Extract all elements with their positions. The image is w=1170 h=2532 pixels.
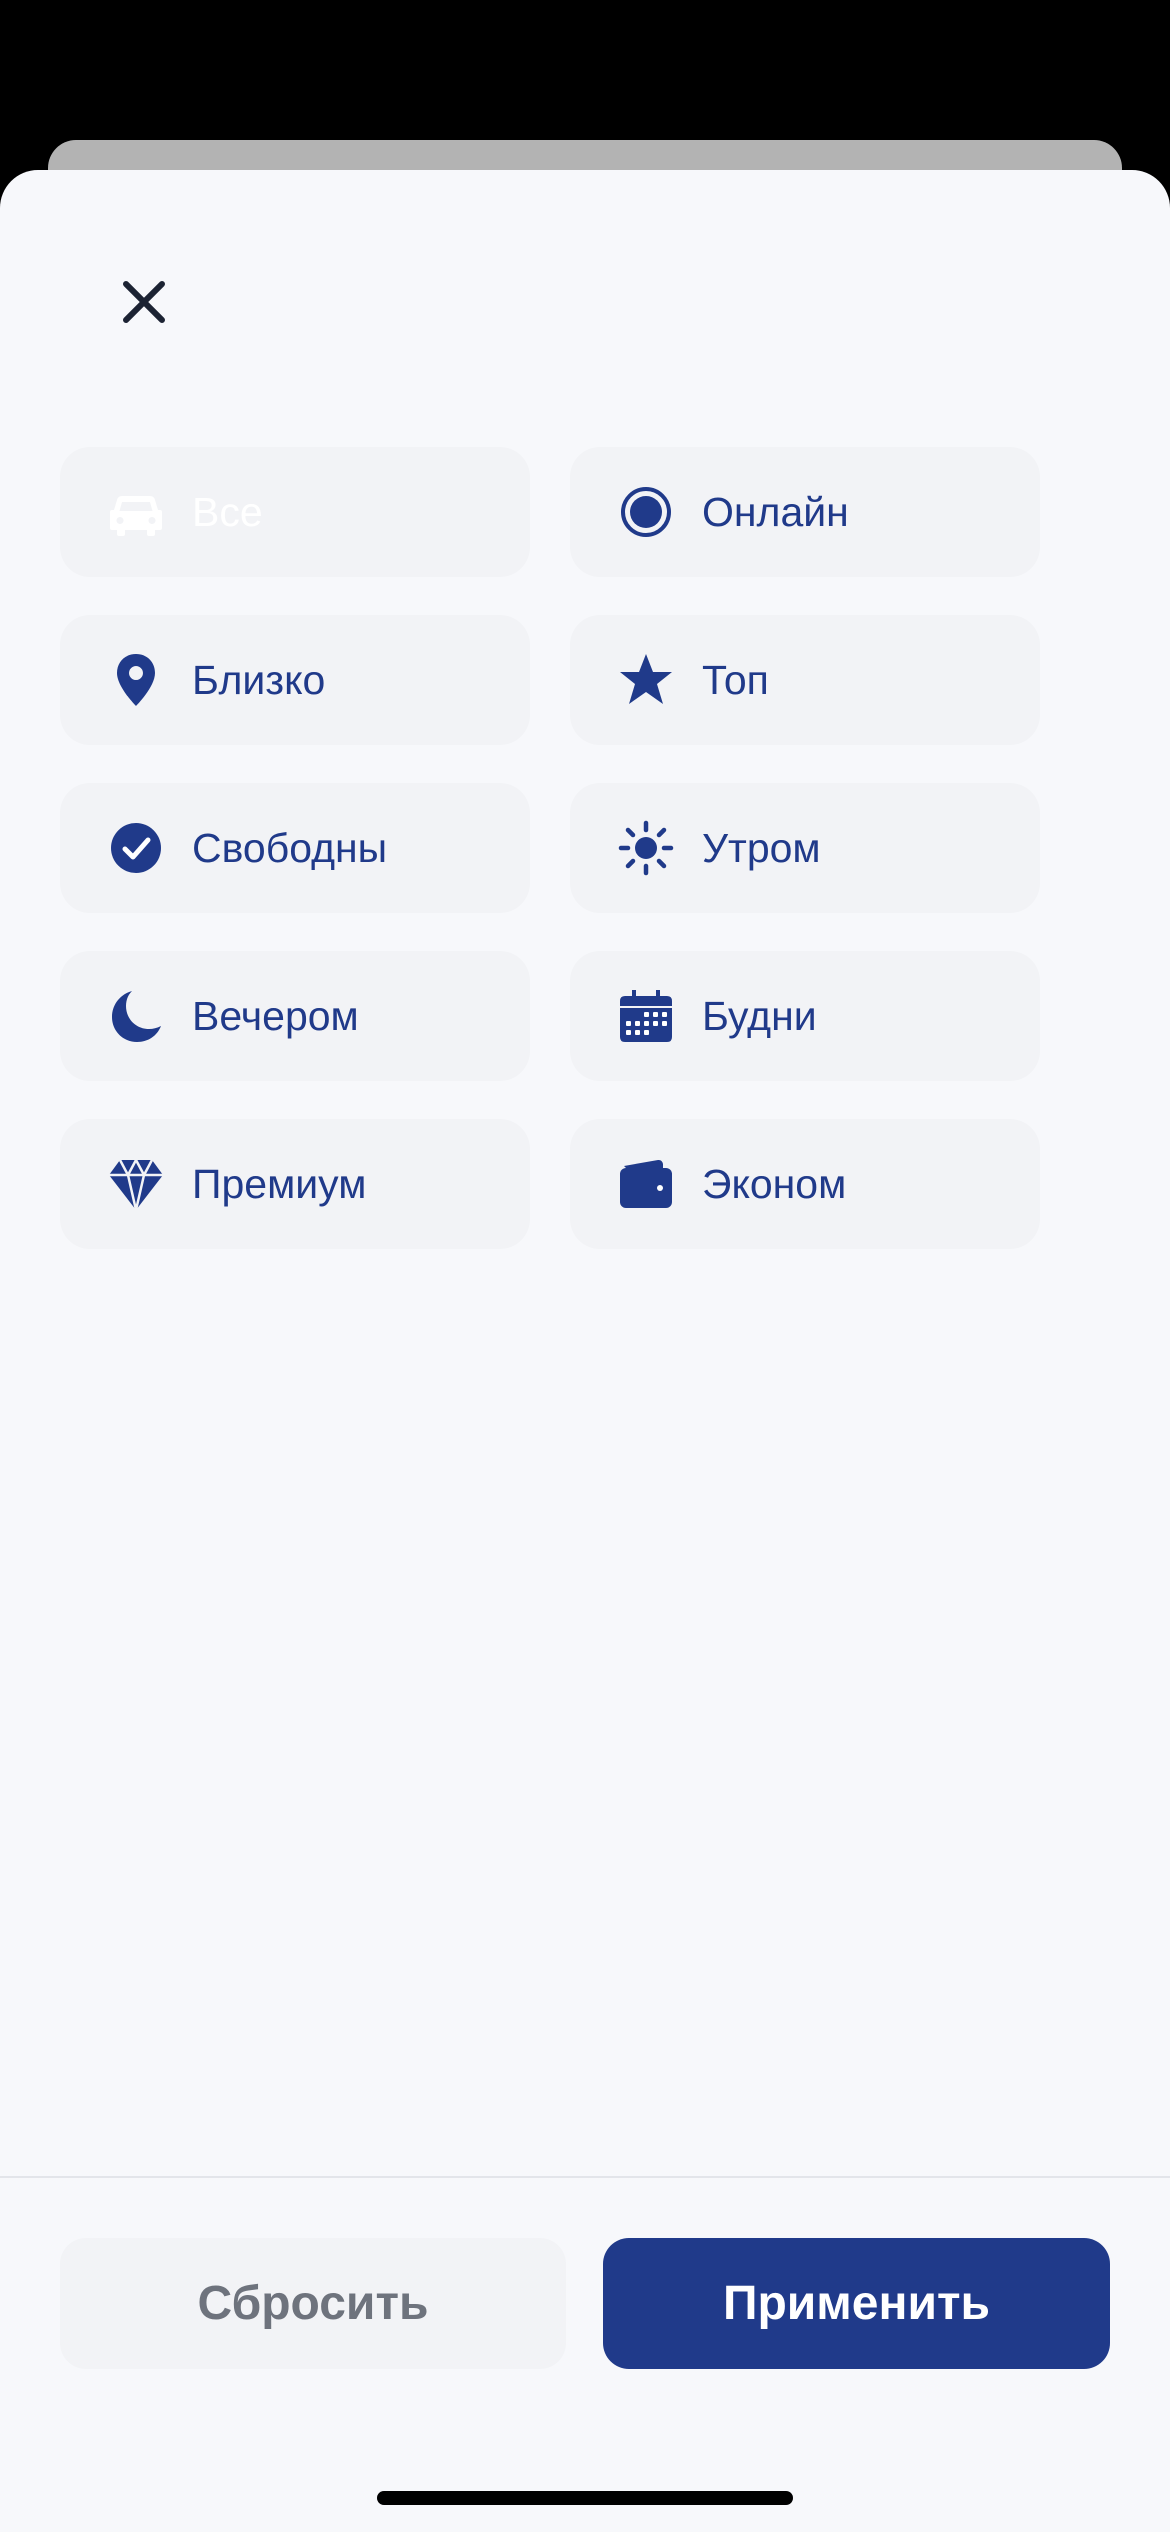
- map-pin-icon: [108, 652, 164, 708]
- filter-chip-free[interactable]: Свободны: [60, 783, 530, 913]
- filter-chip-label: Эконом: [702, 1161, 847, 1207]
- filter-chip-label: Близко: [192, 657, 326, 703]
- filter-chip-evening[interactable]: Вечером: [60, 951, 530, 1081]
- home-indicator[interactable]: [377, 2491, 793, 2505]
- filter-chip-label: Онлайн: [702, 489, 849, 535]
- moon-icon: [108, 988, 164, 1044]
- star-icon: [618, 652, 674, 708]
- diamond-icon: [108, 1156, 164, 1212]
- filter-chip-label: Свободны: [192, 825, 388, 871]
- filter-chip-label: Премиум: [192, 1161, 367, 1207]
- sun-icon: [618, 820, 674, 876]
- reset-button[interactable]: Сбросить: [60, 2238, 566, 2369]
- filter-chip-all[interactable]: Все: [60, 447, 530, 577]
- filter-chip-label: Будни: [702, 993, 817, 1039]
- filter-chip-label: Вечером: [192, 993, 359, 1039]
- close-button[interactable]: [112, 270, 176, 334]
- filter-chip-premium[interactable]: Премиум: [60, 1119, 530, 1249]
- radio-dot-icon: [618, 484, 674, 540]
- filter-chip-weekdays[interactable]: Будни: [570, 951, 1040, 1081]
- filter-chip-top[interactable]: Топ: [570, 615, 1040, 745]
- car-icon: [108, 484, 164, 540]
- close-icon: [122, 280, 166, 324]
- filter-chip-label: Топ: [702, 657, 769, 703]
- filter-chip-label: Все: [192, 489, 263, 535]
- filter-chip-economy[interactable]: Эконом: [570, 1119, 1040, 1249]
- check-circle-icon: [108, 820, 164, 876]
- filter-chip-label: Утром: [702, 825, 821, 871]
- footer-divider: [0, 2176, 1170, 2178]
- filter-chip-online[interactable]: Онлайн: [570, 447, 1040, 577]
- apply-button[interactable]: Применить: [603, 2238, 1110, 2369]
- wallet-icon: [618, 1156, 674, 1212]
- calendar-icon: [618, 988, 674, 1044]
- filter-chip-morning[interactable]: Утром: [570, 783, 1040, 913]
- filter-chip-near[interactable]: Близко: [60, 615, 530, 745]
